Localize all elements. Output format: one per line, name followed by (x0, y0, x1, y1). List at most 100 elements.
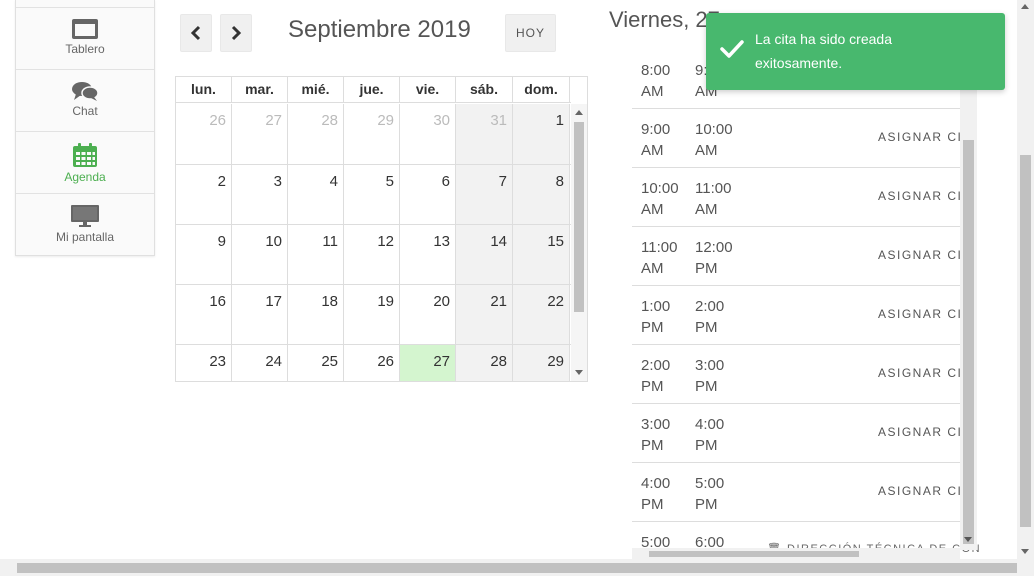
calendar-day[interactable]: 4 (288, 165, 344, 224)
sidebar: Tablero Chat Agenda Mi pantalla (15, 0, 155, 256)
calendar-day[interactable]: 15 (513, 225, 570, 284)
calendar-scrollbar[interactable] (571, 104, 587, 381)
today-button[interactable]: HOY (505, 14, 556, 52)
calendar-day[interactable]: 1 (513, 104, 570, 164)
calendar-week: 9 10 11 12 13 14 15 (176, 225, 571, 285)
calendar-day[interactable]: 6 (400, 165, 456, 224)
slot-end: 10:00 AM (695, 121, 733, 159)
assign-appointment-button[interactable]: ASIGNAR CIT (878, 189, 962, 203)
calendar-day-selected[interactable]: 27 (400, 345, 456, 381)
assign-appointment-button[interactable]: ASIGNAR CIT (878, 366, 962, 380)
slot-end: 2:00 PM (695, 298, 725, 336)
slot-end: 5:00 PM (695, 475, 725, 513)
sidebar-item-label: Chat (72, 104, 98, 118)
assign-appointment-button[interactable]: ASIGNAR CIT (878, 307, 962, 321)
weekday-header: lun. mar. mié. jue. vie. sáb. dom. (176, 77, 571, 103)
page-horizontal-thumb[interactable] (17, 563, 1017, 573)
weekday-label: jue. (344, 77, 400, 102)
time-slot: 10:00 AM 11:00 AM ASIGNAR CIT (632, 168, 962, 227)
assign-appointment-button[interactable]: ASIGNAR CIT (878, 425, 962, 439)
calendar-day[interactable]: 10 (232, 225, 288, 284)
calendar-day[interactable]: 2 (176, 165, 232, 224)
calendar-day[interactable]: 30 (400, 104, 456, 164)
day-panel-scrollbar[interactable] (960, 50, 977, 550)
calendar-scroll-thumb[interactable] (574, 122, 584, 312)
page-horizontal-scrollbar[interactable] (0, 559, 1034, 576)
calendar-day[interactable]: 18 (288, 285, 344, 344)
calendar-day[interactable]: 29 (344, 104, 400, 164)
page-vertical-thumb[interactable] (1020, 155, 1031, 527)
scroll-down-arrow-icon[interactable] (575, 370, 583, 375)
sidebar-item-tablero[interactable]: Tablero (16, 7, 154, 69)
assign-appointment-button[interactable]: ASIGNAR CIT (878, 484, 962, 498)
dashboard-icon (72, 19, 98, 39)
calendar-day[interactable]: 20 (400, 285, 456, 344)
sidebar-item-agenda[interactable]: Agenda (16, 131, 154, 193)
calendar-day[interactable]: 12 (344, 225, 400, 284)
day-title: Viernes, 27 (609, 7, 720, 32)
prev-month-button[interactable] (180, 14, 212, 52)
calendar-day[interactable]: 25 (288, 345, 344, 381)
time-slot: 2:00 PM 3:00 PM ASIGNAR CIT (632, 345, 962, 404)
sidebar-item-label: Tablero (65, 42, 105, 56)
calendar-day[interactable]: 31 (456, 104, 513, 164)
calendar-day[interactable]: 5 (344, 165, 400, 224)
calendar-day[interactable]: 14 (456, 225, 513, 284)
sidebar-item-mi-pantalla[interactable]: Mi pantalla (16, 193, 154, 255)
sidebar-item-label: Agenda (64, 170, 106, 184)
calendar-day[interactable]: 3 (232, 165, 288, 224)
day-panel-horizontal-thumb[interactable] (649, 551, 859, 557)
success-toast[interactable]: La cita ha sido creada exitosamente. (706, 13, 1005, 90)
calendar-week: 16 17 18 19 20 21 22 (176, 285, 571, 345)
slot-start: 1:00 PM (641, 298, 671, 336)
page-vertical-scrollbar[interactable] (1017, 0, 1034, 560)
calendar-day[interactable]: 22 (513, 285, 570, 344)
calendar-day[interactable]: 28 (288, 104, 344, 164)
calendar-day[interactable]: 9 (176, 225, 232, 284)
calendar-day[interactable]: 19 (344, 285, 400, 344)
assign-appointment-button[interactable]: ASIGNAR CIT (878, 130, 962, 144)
slot-start: 4:00 PM (641, 475, 671, 513)
scroll-up-arrow-icon[interactable] (575, 110, 583, 115)
slot-end: 11:00 AM (695, 180, 732, 218)
weekday-label: lun. (176, 77, 232, 102)
month-calendar: lun. mar. mié. jue. vie. sáb. dom. 26 27… (175, 76, 588, 382)
slot-end: 3:00 PM (695, 357, 725, 395)
calendar-day[interactable]: 13 (400, 225, 456, 284)
calendar-day[interactable]: 28 (456, 345, 513, 381)
calendar-day[interactable]: 26 (344, 345, 400, 381)
calendar-day[interactable]: 11 (288, 225, 344, 284)
calendar-day[interactable]: 21 (456, 285, 513, 344)
calendar-day[interactable]: 27 (232, 104, 288, 164)
chat-icon (72, 82, 99, 101)
calendar-day[interactable]: 16 (176, 285, 232, 344)
assign-appointment-button[interactable]: ASIGNAR CIT (878, 248, 962, 262)
scroll-down-arrow-icon[interactable] (1021, 549, 1029, 554)
next-month-button[interactable] (220, 14, 252, 52)
sidebar-item-chat[interactable]: Chat (16, 69, 154, 131)
monitor-icon (71, 205, 99, 227)
scroll-down-arrow-icon[interactable] (964, 537, 972, 542)
calendar-day[interactable]: 29 (513, 345, 570, 381)
scroll-up-arrow-icon[interactable] (1021, 4, 1029, 9)
calendar-week: 26 27 28 29 30 31 1 (176, 104, 571, 165)
calendar-day[interactable]: 8 (513, 165, 570, 224)
calendar-day[interactable]: 7 (456, 165, 513, 224)
chevron-left-icon (190, 25, 201, 41)
checkmark-icon (720, 40, 744, 58)
slot-start: 2:00 PM (641, 357, 671, 395)
slot-start: 9:00 AM (641, 121, 671, 159)
day-panel-scroll-thumb[interactable] (963, 140, 974, 544)
slot-start: 3:00 PM (641, 416, 671, 454)
slot-end: 4:00 PM (695, 416, 725, 454)
time-slot: 9:00 AM 10:00 AM ASIGNAR CIT (632, 109, 962, 168)
calendar-day[interactable]: 24 (232, 345, 288, 381)
calendar-day[interactable]: 26 (176, 104, 232, 164)
weekday-label: dom. (513, 77, 570, 102)
calendar-day[interactable]: 23 (176, 345, 232, 381)
calendar-day[interactable]: 17 (232, 285, 288, 344)
calendar-week: 23 24 25 26 27 28 29 (176, 345, 571, 381)
weekday-label: mié. (288, 77, 344, 102)
calendar-days: 26 27 28 29 30 31 1 2 3 4 5 6 7 8 9 10 1… (176, 104, 571, 381)
slot-end: 12:00 PM (695, 239, 733, 277)
